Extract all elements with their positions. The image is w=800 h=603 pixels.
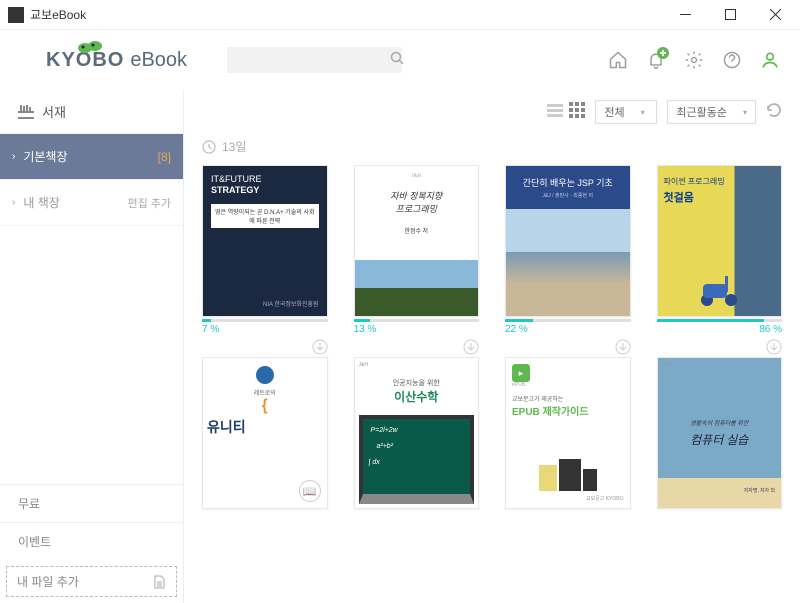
clock-icon bbox=[202, 140, 216, 154]
home-button[interactable] bbox=[608, 50, 628, 70]
content-area: 전체 ▾ 최근활동순 ▾ 13일 IT&FUTURESTRATEGY 영은 역량… bbox=[184, 90, 800, 603]
book-cover: 파이썬 프로그래밍 첫걸음 J&H bbox=[657, 165, 783, 317]
library-icon bbox=[18, 105, 34, 119]
book-cover: J&H자바 정복지향프로그래밍한정수 저 bbox=[354, 165, 480, 317]
chevron-right-icon: › bbox=[12, 197, 15, 208]
search-box[interactable] bbox=[227, 47, 402, 73]
book-item[interactable]: 간단히 배우는 JSP 기초J&J / 출판사 · 최종현 저 22 % bbox=[505, 165, 631, 335]
view-list-button[interactable] bbox=[547, 102, 563, 123]
sidebar-free[interactable]: 무료 bbox=[0, 484, 183, 522]
filter-value: 전체 bbox=[604, 104, 624, 120]
close-button[interactable] bbox=[753, 1, 798, 29]
section-header: 13일 bbox=[202, 138, 782, 155]
app-logo: KYOBO eBook bbox=[20, 49, 187, 72]
chevron-down-icon: ▾ bbox=[743, 108, 747, 117]
chevron-right-icon: › bbox=[12, 151, 15, 162]
sidebar-header: 서재 bbox=[0, 90, 183, 134]
shelf-my[interactable]: › 내 책장 편집 추가 bbox=[0, 180, 183, 226]
file-icon bbox=[152, 575, 166, 589]
notifications-button[interactable] bbox=[646, 50, 666, 70]
window-title: 교보eBook bbox=[30, 6, 663, 23]
content-toolbar: 전체 ▾ 최근활동순 ▾ bbox=[202, 100, 782, 124]
search-icon[interactable] bbox=[390, 51, 404, 70]
profile-button[interactable] bbox=[760, 50, 780, 70]
book-item[interactable]: ▸ePUB 교보문고가 제공하는 EPUB 제작가이드 교보문고 KYOBO bbox=[505, 357, 631, 509]
logo-suffix: eBook bbox=[130, 49, 187, 72]
search-input[interactable] bbox=[235, 53, 390, 67]
book-progress-label: 13 % bbox=[354, 324, 480, 335]
book-progress-label: 22 % bbox=[505, 324, 631, 335]
chevron-down-icon: ▾ bbox=[641, 108, 645, 117]
window-titlebar: 교보eBook bbox=[0, 0, 800, 30]
shelf-label: 내 책장 bbox=[23, 194, 127, 211]
sort-value: 최근활동순 bbox=[676, 104, 727, 120]
add-file-button[interactable]: 내 파일 추가 bbox=[6, 566, 177, 597]
book-cover: J&H 인공지능을 위한이산수학 P=2l+2wa²+b²∫ dx bbox=[354, 357, 480, 509]
book-item[interactable]: IT&FUTURESTRATEGY 영은 역량이되는 곧 D.N.A+ 기술의 … bbox=[202, 165, 328, 335]
sort-dropdown[interactable]: 최근활동순 ▾ bbox=[667, 100, 756, 124]
app-header: KYOBO eBook bbox=[0, 30, 800, 90]
settings-button[interactable] bbox=[684, 50, 704, 70]
minimize-button[interactable] bbox=[663, 1, 708, 29]
logo-leaf-icon bbox=[78, 36, 102, 54]
sidebar: 서재 › 기본책장 [8] › 내 책장 편집 추가 무료 이벤트 내 파일 추… bbox=[0, 90, 184, 603]
shelf-count: [8] bbox=[158, 150, 171, 164]
book-progress-label: 7 % bbox=[202, 324, 328, 335]
book-type-badge: 📖 bbox=[299, 480, 321, 502]
section-label: 13일 bbox=[222, 138, 246, 155]
book-item[interactable]: 레트로의 { 유니티 } 게임 프로그래밍 에센스 ✱·C# C#으로 배우며 … bbox=[202, 357, 328, 509]
book-cover: ▸ePUB 교보문고가 제공하는 EPUB 제작가이드 교보문고 KYOBO bbox=[505, 357, 631, 509]
notification-badge bbox=[657, 47, 669, 59]
view-grid-button[interactable] bbox=[569, 102, 585, 123]
shelf-label: 기본책장 bbox=[23, 148, 154, 165]
sidebar-title: 서재 bbox=[42, 102, 66, 121]
add-file-label: 내 파일 추가 bbox=[17, 573, 79, 590]
maximize-button[interactable] bbox=[708, 1, 753, 29]
refresh-button[interactable] bbox=[766, 102, 782, 123]
book-cover: 간단히 배우는 JSP 기초J&J / 출판사 · 최종현 저 bbox=[505, 165, 631, 317]
book-progress-label: 86 % bbox=[657, 324, 783, 335]
book-item[interactable]: J&H 생활속의 컴퓨터를 위한 컴퓨터 실습 저자명, 저자 외 bbox=[657, 357, 783, 509]
book-cover: J&H 생활속의 컴퓨터를 위한 컴퓨터 실습 저자명, 저자 외 bbox=[657, 357, 783, 509]
book-item[interactable]: 파이썬 프로그래밍 첫걸음 J&H 86 % bbox=[657, 165, 783, 335]
book-cover: IT&FUTURESTRATEGY 영은 역량이되는 곧 D.N.A+ 기술의 … bbox=[202, 165, 328, 317]
shelf-default[interactable]: › 기본책장 [8] bbox=[0, 134, 183, 180]
book-item[interactable]: J&H자바 정복지향프로그래밍한정수 저 13 % bbox=[354, 165, 480, 335]
help-button[interactable] bbox=[722, 50, 742, 70]
shelf-actions[interactable]: 편집 추가 bbox=[127, 195, 171, 211]
app-icon bbox=[8, 7, 24, 23]
sidebar-event[interactable]: 이벤트 bbox=[0, 522, 183, 560]
scooter-icon bbox=[697, 270, 741, 308]
filter-dropdown[interactable]: 전체 ▾ bbox=[595, 100, 657, 124]
book-cover: 레트로의 { 유니티 } 게임 프로그래밍 에센스 ✱·C# C#으로 배우며 … bbox=[202, 357, 328, 509]
book-item[interactable]: J&H 인공지능을 위한이산수학 P=2l+2wa²+b²∫ dx bbox=[354, 357, 480, 509]
